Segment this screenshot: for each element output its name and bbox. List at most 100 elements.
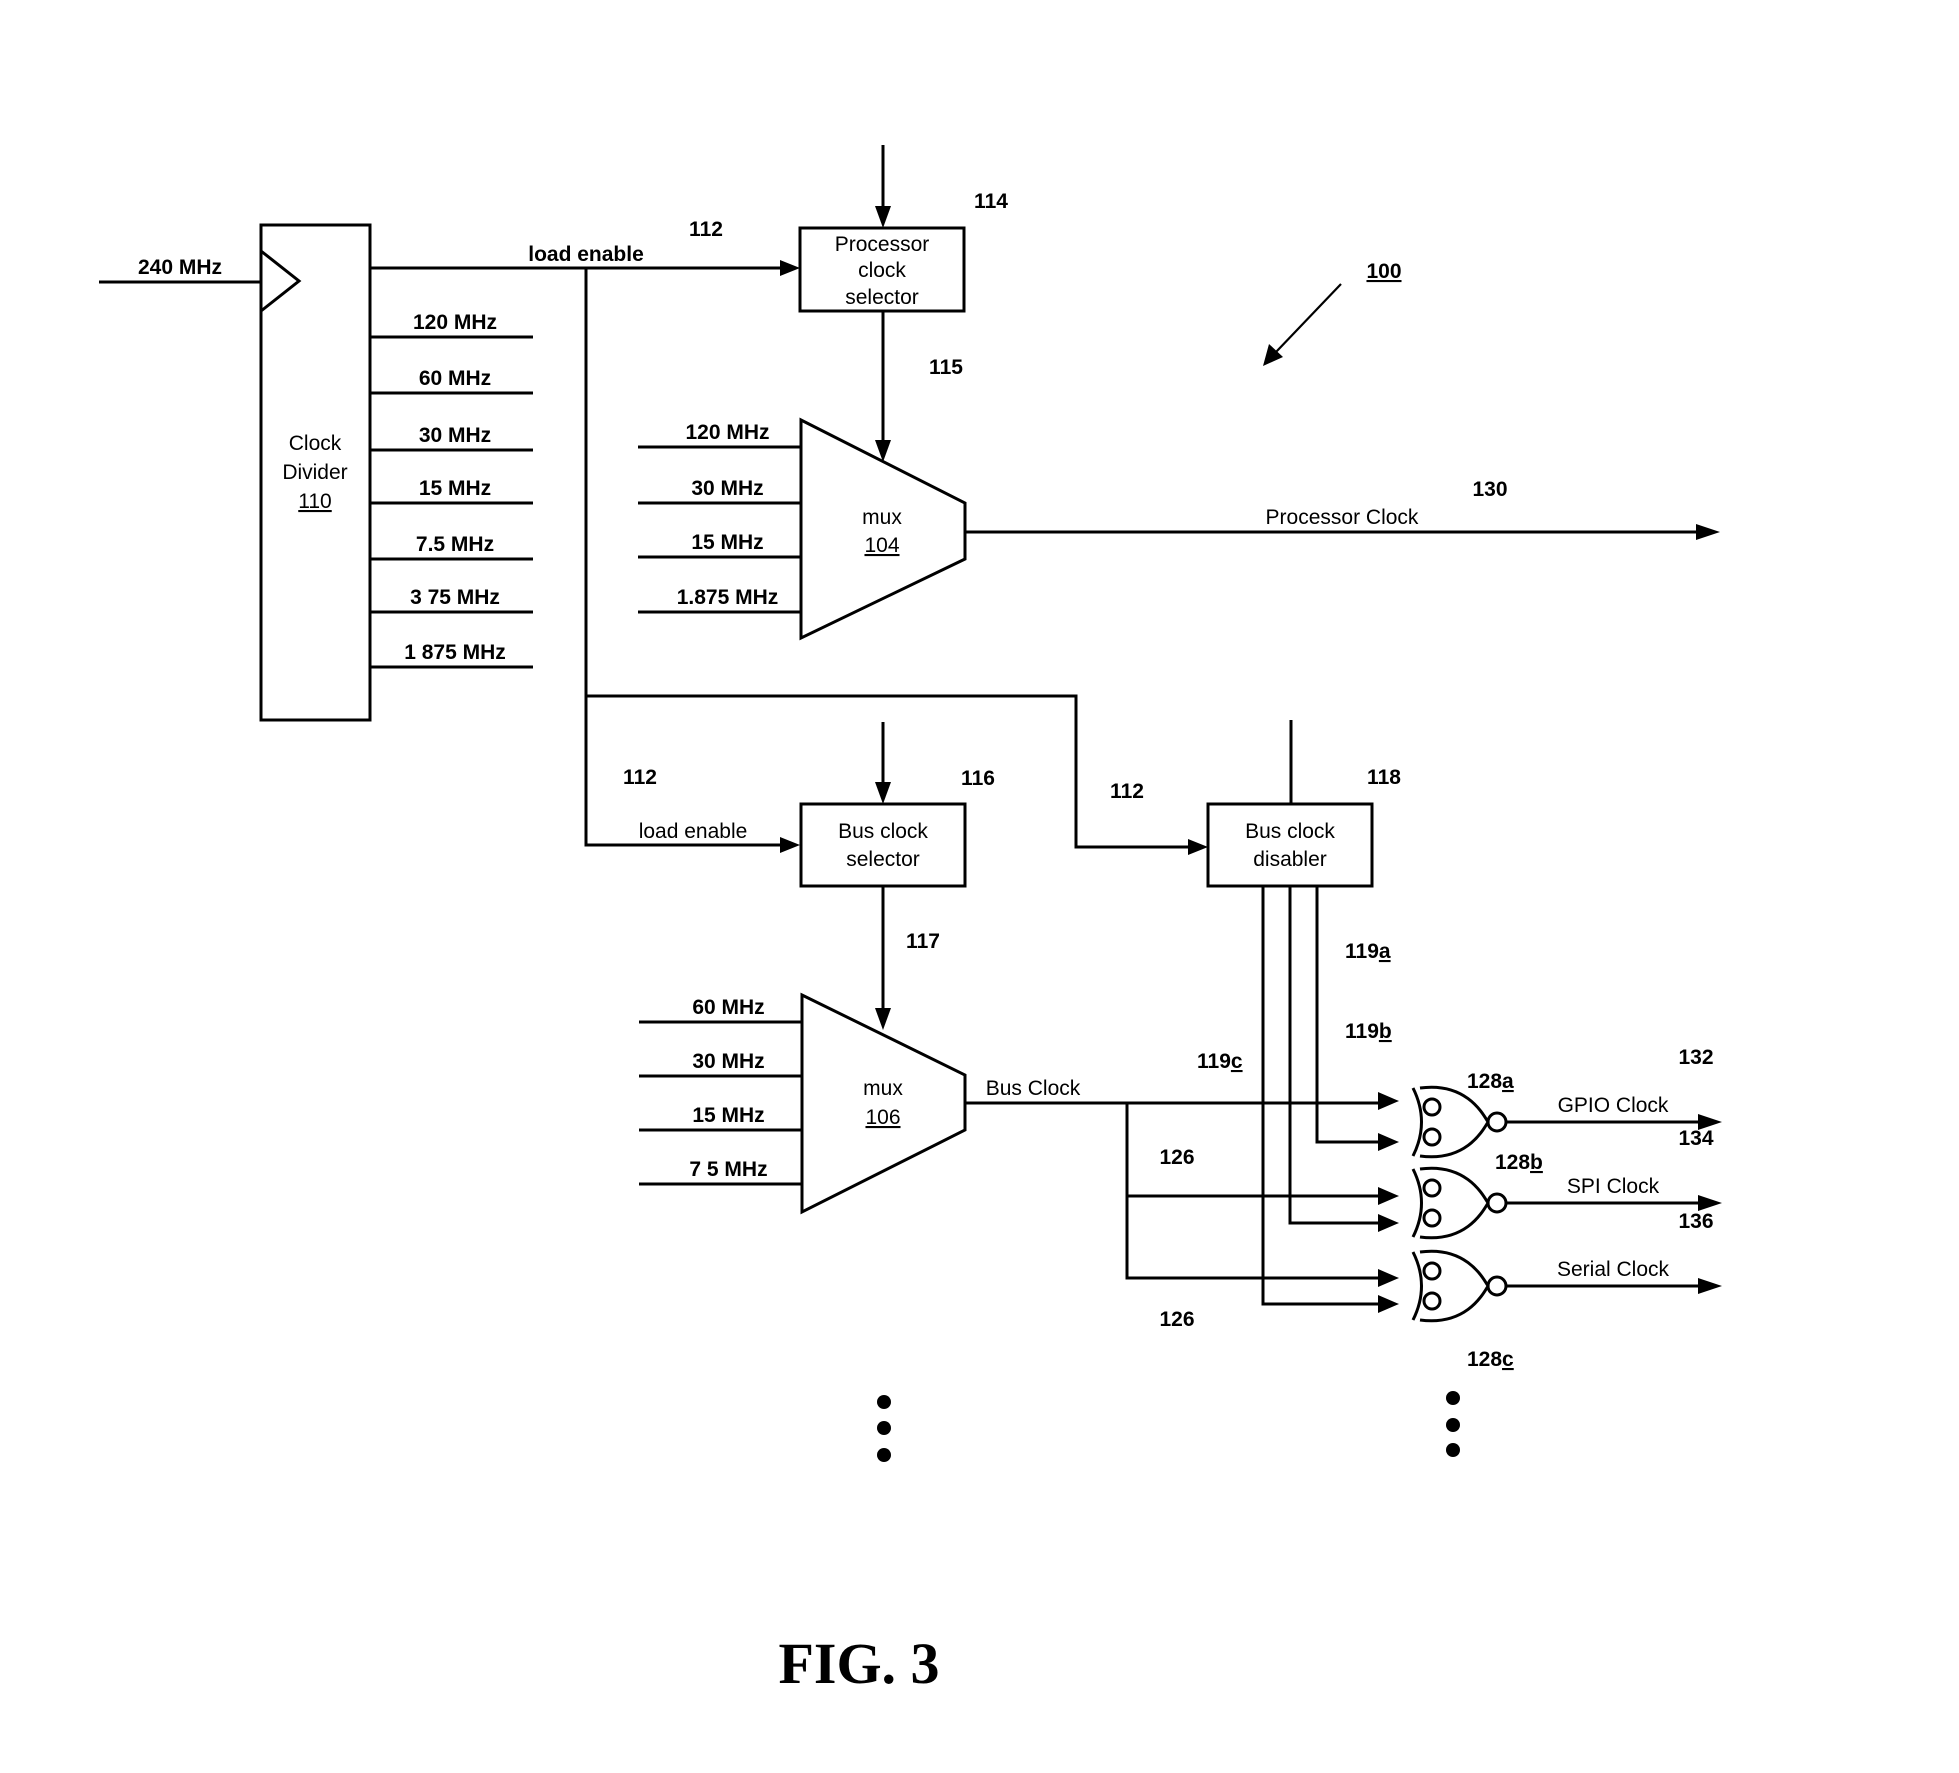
gate-output-label: SPI Clock — [1567, 1175, 1660, 1198]
enable-line-119b — [1288, 886, 1380, 1225]
enable-ref-119b: 119b — [1345, 1020, 1392, 1043]
inversion-bubble-icon — [1422, 1097, 1442, 1117]
proc-selector-ref: 114 — [974, 190, 1008, 213]
inversion-bubble-icon — [1422, 1208, 1442, 1228]
arrow-down-icon — [875, 1008, 891, 1030]
ellipsis-left — [877, 1395, 891, 1462]
bus-clock-disabler-box — [1206, 802, 1374, 888]
arrow-icon — [1696, 524, 1720, 540]
inversion-bubble-icon — [1422, 1291, 1442, 1311]
proc-selector-line1: Processor — [835, 233, 930, 256]
enable-ref-119c: 119c — [1197, 1050, 1243, 1073]
divider-output-label: 7.5 MHz — [416, 533, 494, 556]
gate-output-label: GPIO Clock — [1558, 1094, 1669, 1117]
mux-104-ref: 104 — [864, 534, 899, 557]
gate-ref-suffix: c — [1502, 1348, 1514, 1371]
mux-input-label: 30 MHz — [691, 477, 763, 500]
clock-divider-ref: 110 — [298, 490, 331, 513]
nor-gate-body-icon — [1411, 1166, 1490, 1240]
arrow-icon — [780, 260, 800, 276]
load-enable-ref: 112 — [689, 218, 723, 241]
output-bubble-icon — [1486, 1111, 1508, 1133]
bus-selector-line1: Bus clock — [838, 820, 928, 843]
arrow-icon — [1188, 839, 1208, 855]
enable-ref-119a: 119a — [1345, 940, 1391, 963]
processor-clock-label: Processor Clock — [1266, 506, 1419, 529]
processor-clock-ref: 130 — [1472, 478, 1507, 501]
mux-input-label: 120 MHz — [685, 421, 769, 444]
mux-input-label: 1.875 MHz — [677, 586, 779, 609]
ellipsis-dot-icon — [877, 1421, 891, 1435]
arrow-icon — [1378, 1295, 1399, 1313]
input-240mhz-label: 240 MHz — [138, 256, 222, 279]
load-enable-label: load enable — [528, 243, 644, 266]
clock-divider-title-2: Divider — [282, 461, 347, 484]
arrow-down-icon — [875, 206, 891, 228]
arrow-icon — [1378, 1269, 1399, 1287]
divider-output-label: 120 MHz — [413, 311, 497, 334]
divider-output-label: 15 MHz — [419, 477, 491, 500]
mux-input-label: 7 5 MHz — [689, 1158, 767, 1181]
disabler-ref: 118 — [1367, 766, 1401, 789]
clock-divider: Clock Divider 110 — [259, 223, 372, 722]
arrow-icon — [1698, 1195, 1722, 1211]
mux-input-label: 15 MHz — [691, 531, 763, 554]
mux-input-label: 15 MHz — [692, 1104, 764, 1127]
nor-gate-body-icon — [1411, 1085, 1490, 1159]
mux-106-inputs: 60 MHz 30 MHz 15 MHz 7 5 MHz — [639, 996, 802, 1186]
arrow-icon — [1378, 1214, 1399, 1232]
proc-selector-line2: clock — [858, 259, 906, 282]
mux-input-label: 60 MHz — [692, 996, 764, 1019]
bus-branch-ref-upper: 126 — [1159, 1146, 1194, 1169]
divider-output-label: 30 MHz — [419, 424, 491, 447]
bus-clock-label: Bus Clock — [986, 1077, 1081, 1100]
bus-selector-line2: selector — [846, 848, 920, 871]
ellipsis-dot-icon — [1446, 1391, 1460, 1405]
inversion-bubble-icon — [1422, 1127, 1442, 1147]
figure-caption: FIG. 3 — [778, 1631, 939, 1696]
divider-output-label: 1 875 MHz — [404, 641, 506, 664]
bus-select-ref: 117 — [906, 930, 940, 953]
gate-ref: 128b — [1495, 1151, 1543, 1174]
output-bubble-icon — [1486, 1275, 1508, 1297]
proc-select-ref: 115 — [929, 356, 963, 379]
gate-ref-num: 128 — [1467, 1348, 1502, 1371]
bus-selector-ref: 116 — [961, 767, 995, 790]
nor-gate-c: Serial Clock 136 128c — [1378, 1210, 1722, 1371]
system-ref-leader — [1275, 283, 1342, 353]
arrow-icon — [1378, 1187, 1399, 1205]
gate-ref: 128c — [1467, 1348, 1514, 1371]
gate-output-ref: 132 — [1678, 1046, 1713, 1069]
arrow-down-icon — [875, 782, 891, 804]
gate-output-label: Serial Clock — [1557, 1258, 1670, 1281]
arrow-icon — [1378, 1092, 1399, 1110]
divider-output-label: 60 MHz — [419, 367, 491, 390]
divider-output-label: 3 75 MHz — [410, 586, 500, 609]
divider-outputs: 120 MHz 60 MHz 30 MHz 15 MHz 7.5 MHz 3 75 MHz… — [370, 311, 533, 669]
disabler-line2: disabler — [1253, 848, 1327, 871]
bus-load-enable-ref: 112 — [623, 766, 657, 789]
clock-divider-title-1: Clock — [289, 432, 342, 455]
arrow-icon — [1698, 1278, 1722, 1294]
mux-104-label: mux — [862, 506, 902, 529]
mux-104-inputs: 120 MHz 30 MHz 15 MHz 1.875 MHz — [638, 421, 801, 614]
ellipsis-right — [1446, 1391, 1460, 1457]
output-bubble-icon — [1486, 1192, 1508, 1214]
gate-output-ref: 136 — [1678, 1210, 1713, 1233]
mux-input-label: 30 MHz — [692, 1050, 764, 1073]
nor-gate-a: GPIO Clock 132 128a — [1378, 1046, 1722, 1159]
mux-106-ref: 106 — [865, 1106, 900, 1129]
gate-ref-num: 128 — [1467, 1070, 1502, 1093]
ellipsis-dot-icon — [1446, 1418, 1460, 1432]
ellipsis-dot-icon — [1446, 1443, 1460, 1457]
proc-selector-line3: selector — [845, 286, 919, 309]
gate-ref: 128a — [1467, 1070, 1514, 1093]
ellipsis-dot-icon — [877, 1395, 891, 1409]
bus-clock-selector-box — [799, 802, 967, 888]
gate-output-ref: 134 — [1678, 1127, 1713, 1150]
system-ref: 100 — [1366, 260, 1401, 283]
bus-branch-ref-lower: 126 — [1159, 1308, 1194, 1331]
inversion-bubble-icon — [1422, 1261, 1442, 1281]
gate-ref-num: 128 — [1495, 1151, 1530, 1174]
disabler-load-ref: 112 — [1110, 780, 1144, 803]
